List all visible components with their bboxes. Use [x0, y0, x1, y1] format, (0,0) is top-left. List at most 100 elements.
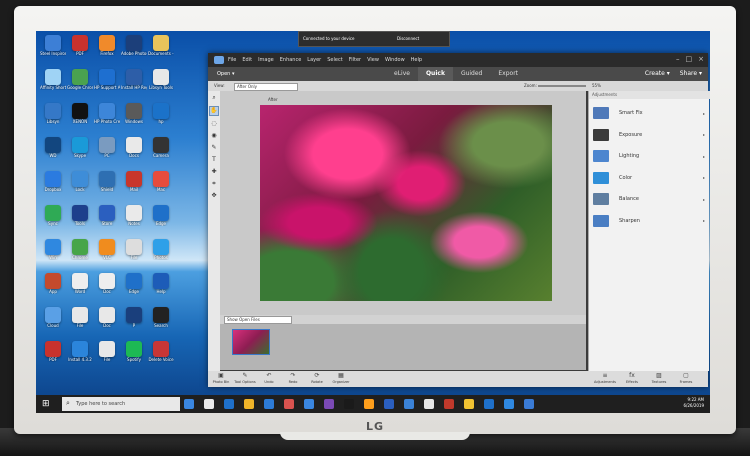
desktop-icon[interactable]: Delete Voice: [148, 341, 174, 362]
taskbar-app-icon[interactable]: [304, 399, 314, 409]
taskbar-app-icon[interactable]: [204, 399, 214, 409]
desktop-icon[interactable]: PDF: [67, 35, 93, 56]
taskbar-app-icon[interactable]: [244, 399, 254, 409]
desktop-icon[interactable]: HP Support Assistant: [94, 69, 120, 90]
taskbar-app-icon[interactable]: [224, 399, 234, 409]
desktop-icon[interactable]: Affinity Shortcut: [40, 69, 66, 90]
taskbar-app-icon[interactable]: [444, 399, 454, 409]
spot-healing-tool-icon[interactable]: ✚: [210, 168, 218, 176]
desktop-icon[interactable]: PC: [94, 137, 120, 158]
desktop-icon[interactable]: Sync: [40, 205, 66, 226]
close-icon[interactable]: ×: [698, 55, 704, 64]
desktop-icon[interactable]: Dropbox: [40, 171, 66, 192]
effects-button[interactable]: fx Effects: [621, 372, 643, 385]
view-select[interactable]: After Only: [234, 83, 298, 91]
taskbar-app-icon[interactable]: [324, 399, 334, 409]
zoom-slider[interactable]: [538, 85, 586, 87]
menu-enhance[interactable]: Enhance: [280, 57, 302, 63]
hand-tool-icon[interactable]: ✋: [209, 106, 219, 116]
desktop-icon[interactable]: Docs: [121, 137, 147, 158]
menu-file[interactable]: File: [228, 57, 236, 63]
desktop-icon[interactable]: WD: [40, 137, 66, 158]
taskbar-search-input[interactable]: Type here to search: [62, 397, 180, 411]
desktop-icon[interactable]: Google Chrome: [67, 69, 93, 90]
desktop-icon[interactable]: Edge: [148, 205, 174, 226]
minimize-icon[interactable]: –: [676, 55, 680, 64]
desktop-icon[interactable]: Libsyn Tools: [148, 69, 174, 90]
adjustments-button[interactable]: ≡ Adjustments: [594, 372, 616, 385]
desktop-icon[interactable]: Edge: [121, 273, 147, 294]
rotate-button[interactable]: ⟳ Rotate: [306, 372, 328, 385]
desktop-icon[interactable]: File: [67, 307, 93, 328]
menu-select[interactable]: Select: [327, 57, 342, 63]
menu-edit[interactable]: Edit: [242, 57, 252, 63]
menu-filter[interactable]: Filter: [349, 57, 361, 63]
organizer-button[interactable]: ▦ Organizer: [330, 372, 352, 385]
taskbar-app-icon[interactable]: [504, 399, 514, 409]
desktop-icon[interactable]: Tools: [67, 205, 93, 226]
desktop-icon[interactable]: Help: [148, 273, 174, 294]
desktop-icon[interactable]: Doc: [94, 307, 120, 328]
disconnect-button[interactable]: Disconnect: [397, 32, 419, 46]
tab-quick[interactable]: Quick: [417, 67, 453, 81]
create-button[interactable]: Create ▾: [645, 67, 670, 81]
desktop-icon[interactable]: Chrome: [67, 239, 93, 260]
bougainvillea-photo[interactable]: [260, 105, 552, 301]
whiten-teeth-tool-icon[interactable]: ✎: [210, 144, 218, 152]
undo-button[interactable]: ↶ Undo: [258, 372, 280, 385]
desktop-icon[interactable]: Shield: [94, 171, 120, 192]
taskbar-app-icon[interactable]: [524, 399, 534, 409]
red-eye-tool-icon[interactable]: ◉: [210, 132, 218, 140]
adjustment-sharpen[interactable]: Sharpen ▸: [593, 213, 705, 229]
crop-tool-icon[interactable]: ⌗: [210, 180, 218, 188]
taskbar-app-icon[interactable]: [484, 399, 494, 409]
adjustment-color[interactable]: Color ▸: [593, 170, 705, 186]
desktop-icon[interactable]: VLC: [94, 239, 120, 260]
move-tool-icon[interactable]: ✥: [210, 192, 218, 200]
desktop-icon[interactable]: hp: [148, 103, 174, 124]
desktop-icon[interactable]: Libsyn: [40, 103, 66, 124]
desktop-icon[interactable]: Camera: [148, 137, 174, 158]
menu-layer[interactable]: Layer: [307, 57, 321, 63]
show-open-files-select[interactable]: Show Open Files: [224, 316, 292, 324]
tab-elive[interactable]: eLive: [386, 67, 418, 81]
adjustment-exposure[interactable]: Exposure ▸: [593, 127, 705, 143]
desktop-icon[interactable]: XENON: [67, 103, 93, 124]
desktop-icon[interactable]: File: [121, 239, 147, 260]
taskbar-app-icon[interactable]: [364, 399, 374, 409]
adjustment-smart-fix[interactable]: Smart Fix ▸: [593, 105, 705, 121]
desktop-icon[interactable]: Win: [40, 239, 66, 260]
taskbar-app-icon[interactable]: [184, 399, 194, 409]
desktop-icon[interactable]: Mail: [121, 171, 147, 192]
desktop-icon[interactable]: Notes: [121, 205, 147, 226]
desktop-icon[interactable]: Search: [148, 307, 174, 328]
type-tool-icon[interactable]: T: [210, 156, 218, 164]
desktop-icon[interactable]: Install 4.3.2: [67, 341, 93, 362]
adjustment-lighting[interactable]: Lighting ▸: [593, 148, 705, 164]
desktop-icon[interactable]: App: [40, 273, 66, 294]
desktop-icon[interactable]: Windows: [121, 103, 147, 124]
desktop-icon[interactable]: Firefox: [94, 35, 120, 56]
desktop-icon[interactable]: Spotify: [121, 341, 147, 362]
open-button[interactable]: Open ▾: [214, 69, 243, 79]
tool-options-button[interactable]: ✎ Tool Options: [234, 372, 256, 385]
desktop-icon[interactable]: Cloud: [40, 307, 66, 328]
windows-start-icon[interactable]: ⊞: [42, 399, 52, 409]
desktop-icon[interactable]: Word: [67, 273, 93, 294]
frames-button[interactable]: ▢ Frames: [675, 372, 697, 385]
photo-bin-button[interactable]: ▣ Photo Bin: [210, 372, 232, 385]
quick-selection-tool-icon[interactable]: ◌: [210, 120, 218, 128]
desktop-icon[interactable]: PDF: [40, 341, 66, 362]
zoom-tool-icon[interactable]: ⌕: [210, 94, 218, 102]
menu-window[interactable]: Window: [385, 57, 405, 63]
desktop-icon[interactable]: Store: [94, 205, 120, 226]
tab-guided[interactable]: Guided: [453, 67, 490, 81]
menu-view[interactable]: View: [367, 57, 379, 63]
taskbar-app-icon[interactable]: [264, 399, 274, 409]
desktop-icon[interactable]: Lock: [67, 171, 93, 192]
desktop-icon[interactable]: Mac: [148, 171, 174, 192]
desktop-icon[interactable]: File: [94, 341, 120, 362]
tab-export[interactable]: Export: [490, 67, 526, 81]
desktop-icon[interactable]: Doc: [94, 273, 120, 294]
desktop-icon[interactable]: P: [121, 307, 147, 328]
